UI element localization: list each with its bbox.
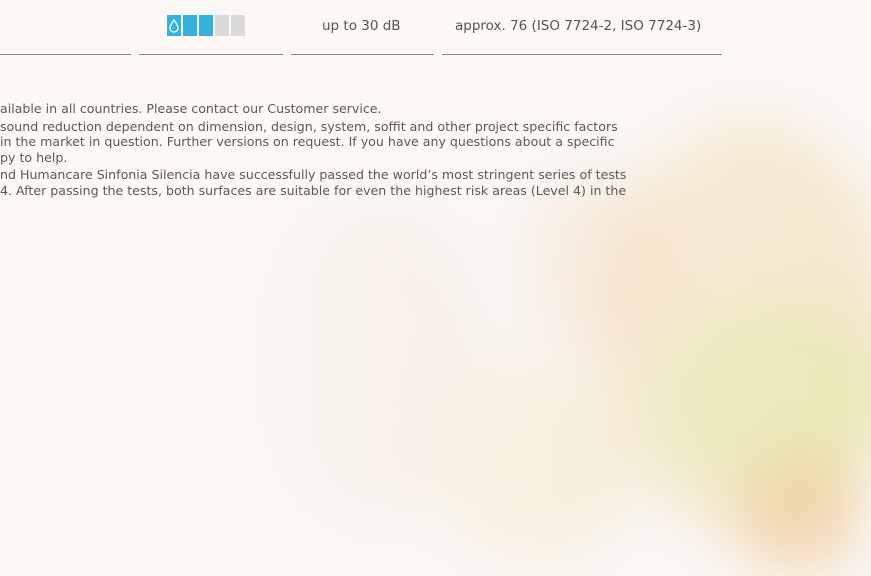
meter-segment (199, 15, 213, 36)
footnote-line: sound reduction dependent on dimension, … (0, 118, 618, 134)
footnote-line: nd Humancare Sinfonia Silencia have succ… (0, 167, 627, 182)
meter-segment (231, 15, 245, 36)
sound-reduction-value: up to 30 dB (322, 18, 401, 34)
column-divider (139, 54, 283, 55)
footnote-hygiene-tests: nd Humancare Sinfonia Silencia have succ… (0, 167, 626, 198)
meter-segment (215, 15, 229, 36)
column-divider (0, 54, 131, 55)
footnote-line: ailable in all countries. Please contact… (0, 101, 382, 116)
footnotes: ailable in all countries. Please contact… (0, 101, 626, 198)
footnote-line: py to help. (0, 149, 68, 165)
iso-rating-value: approx. 76 (ISO 7724-2, ISO 7724-3) (455, 18, 702, 34)
meter-segment (167, 15, 181, 36)
spec-row: up to 30 dB approx. 76 (ISO 7724-2, ISO … (0, 15, 871, 37)
footnote-availability: ailable in all countries. Please contact… (0, 101, 626, 117)
column-divider (291, 54, 434, 55)
background-photo (0, 0, 871, 576)
meter-segment (183, 15, 197, 36)
footnote-line: 4. After passing the tests, both surface… (0, 182, 627, 198)
footnote-sound-reduction: sound reduction dependent on dimension, … (0, 119, 626, 166)
hygiene-rating-meter (167, 15, 245, 36)
column-divider (442, 54, 722, 55)
water-drop-icon (169, 18, 179, 33)
footnote-line: in the market in question. Further versi… (0, 134, 615, 149)
